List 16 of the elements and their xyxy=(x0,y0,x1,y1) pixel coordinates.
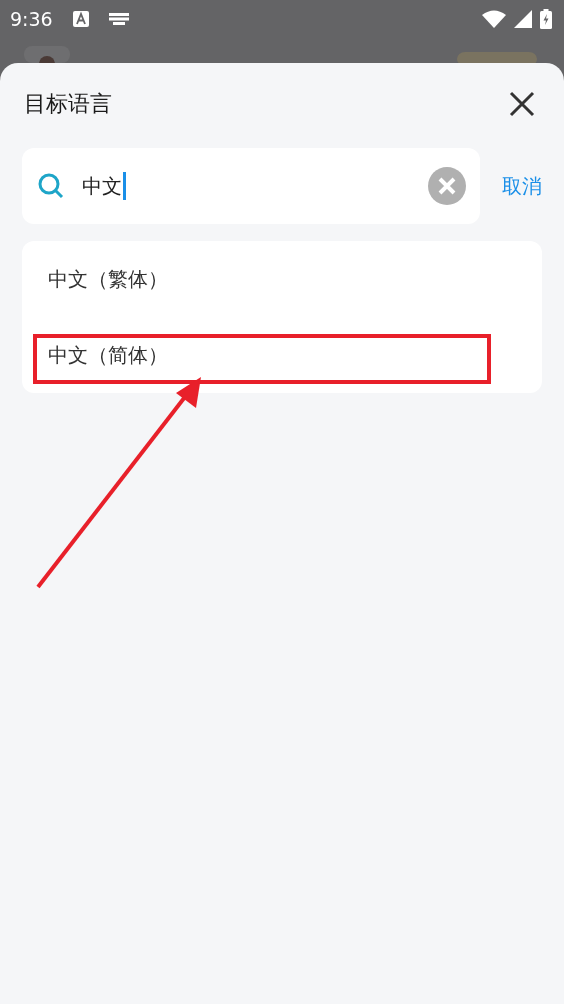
keyboard-icon xyxy=(108,13,129,25)
status-time: 9:36 xyxy=(10,8,53,30)
clear-icon xyxy=(437,176,457,196)
text-cursor xyxy=(123,172,126,200)
search-value: 中文 xyxy=(82,172,122,200)
close-button[interactable] xyxy=(509,91,535,117)
signal-icon xyxy=(514,10,532,28)
search-icon xyxy=(38,173,64,199)
language-option[interactable]: 中文（简体） xyxy=(22,317,542,393)
wifi-icon xyxy=(482,10,506,28)
text-format-icon xyxy=(72,11,89,27)
sheet-title: 目标语言 xyxy=(24,90,112,118)
battery-icon xyxy=(540,9,552,29)
language-option[interactable]: 中文（繁体） xyxy=(22,241,542,317)
search-field[interactable]: 中文 xyxy=(22,148,480,224)
close-icon xyxy=(509,91,535,117)
